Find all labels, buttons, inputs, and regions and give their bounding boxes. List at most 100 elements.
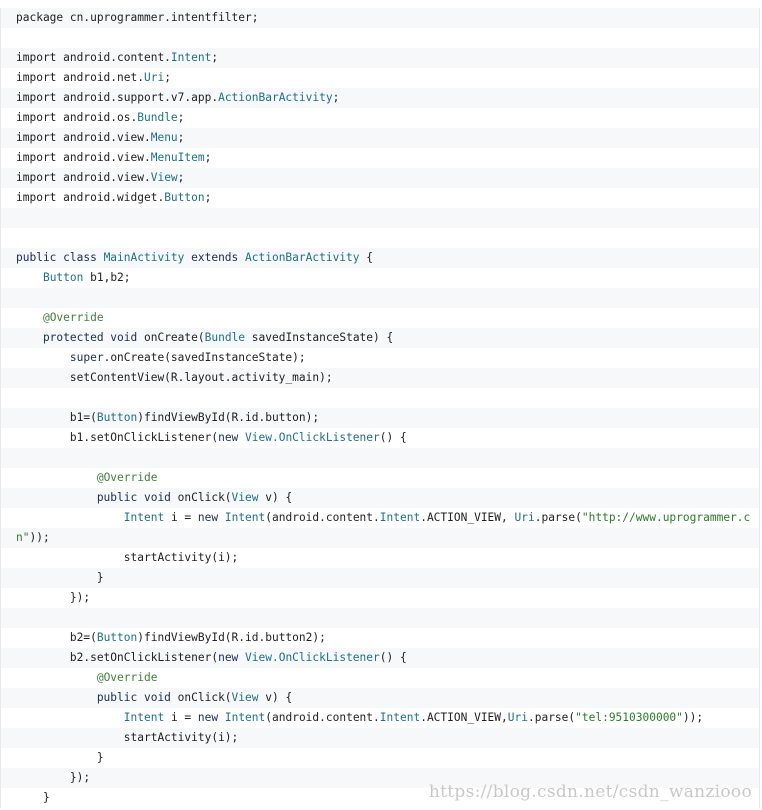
- code-line: [1, 288, 759, 308]
- code-token: MainActivity: [103, 251, 185, 264]
- code-token: import android.view.: [16, 151, 151, 164]
- code-token: onClick(: [177, 691, 232, 704]
- code-token: import android.view.: [16, 131, 151, 144]
- code-line: public void onClick(View v) {: [1, 688, 759, 708]
- code-line: package cn.uprogrammer.intentfilter;: [1, 8, 759, 28]
- code-line: Intent i = new Intent(android.content.In…: [1, 508, 759, 528]
- code-token: MenuItem: [150, 151, 205, 164]
- code-token: View.OnClickListener: [245, 651, 380, 664]
- code-token: Uri: [143, 71, 165, 84]
- code-token: (android.content.: [265, 511, 380, 524]
- code-line: [1, 608, 759, 628]
- code-token: savedInstanceState) {: [245, 331, 394, 344]
- code-token: }: [16, 791, 50, 804]
- code-token: Intent: [123, 711, 165, 724]
- code-token: public void: [16, 691, 178, 704]
- code-line: @Override: [1, 468, 759, 488]
- code-token: Uri: [514, 511, 535, 524]
- code-token: b1=(: [16, 411, 97, 424]
- code-line: }: [1, 568, 759, 588]
- code-token: View.OnClickListener: [245, 431, 380, 444]
- code-token: )findViewById(R.id.button2);: [137, 631, 326, 644]
- code-token: import android.view.: [16, 171, 151, 184]
- code-token: View: [231, 691, 259, 704]
- code-token: .ACTION_VIEW,: [420, 511, 515, 524]
- code-line: import android.view.Menu;: [1, 128, 759, 148]
- code-token: Intent: [379, 711, 421, 724]
- code-token: .parse(: [527, 711, 576, 724]
- code-token: b2=(: [16, 631, 97, 644]
- code-line: startActivity(i);: [1, 548, 759, 568]
- code-token: Button: [96, 631, 138, 644]
- code-token: v) {: [258, 691, 293, 704]
- code-token: i =: [164, 711, 198, 724]
- code-token: setContentView(R.layout.activity_main);: [16, 371, 333, 384]
- code-token: Intent: [170, 51, 212, 64]
- code-line: import android.view.View;: [1, 168, 759, 188]
- code-token: n": [16, 531, 30, 544]
- code-token: (: [197, 331, 205, 344]
- code-token: Button: [164, 191, 205, 204]
- code-line: public class MainActivity extends Action…: [1, 248, 759, 268]
- code-token: import android.support.v7.app.: [16, 91, 219, 104]
- code-token: )findViewById(R.id.button);: [137, 411, 320, 424]
- code-line: b2.setOnClickListener(new View.OnClickLi…: [1, 648, 759, 668]
- code-line: });: [1, 588, 759, 608]
- code-token: "tel:9510300000": [575, 711, 683, 724]
- code-token: ));: [29, 531, 50, 544]
- code-token: new: [197, 711, 225, 724]
- code-token: () {: [379, 431, 407, 444]
- code-token: }: [16, 571, 104, 584]
- watermark: https://blog.csdn.net/csdn_wanziooo: [428, 782, 752, 802]
- code-line: protected void onCreate(Bundle savedInst…: [1, 328, 759, 348]
- code-token: @Override: [96, 671, 158, 684]
- code-token: ActionBarActivity: [245, 251, 360, 264]
- code-token: new: [218, 651, 246, 664]
- code-line: public void onClick(View v) {: [1, 488, 759, 508]
- code-line: super.onCreate(savedInstanceState);: [1, 348, 759, 368]
- code-line: setContentView(R.layout.activity_main);: [1, 368, 759, 388]
- code-line: [1, 208, 759, 228]
- code-token: Uri: [507, 711, 528, 724]
- code-token: "http://www.uprogrammer.c: [581, 511, 751, 524]
- code-token: View: [231, 491, 259, 504]
- code-line: b1=(Button)findViewById(R.id.button);: [1, 408, 759, 428]
- code-line: import android.view.MenuItem;: [1, 148, 759, 168]
- code-token: import android.widget.: [16, 191, 165, 204]
- code-token: @Override: [42, 311, 104, 324]
- code-token: v) {: [258, 491, 293, 504]
- code-line: @Override: [1, 308, 759, 328]
- code-line: Button b1,b2;: [1, 268, 759, 288]
- code-token: ;: [177, 131, 185, 144]
- code-token: });: [16, 771, 91, 784]
- code-line: [1, 448, 759, 468]
- code-token: Intent: [224, 511, 266, 524]
- code-line: [1, 388, 759, 408]
- code-token: Intent: [224, 711, 266, 724]
- code-token: Intent: [123, 511, 165, 524]
- code-token: startActivity(i);: [16, 731, 239, 744]
- code-line: import android.widget.Button;: [1, 188, 759, 208]
- code-line: import android.support.v7.app.ActionBarA…: [1, 88, 759, 108]
- code-line: import android.net.Uri;: [1, 68, 759, 88]
- code-token: new: [197, 511, 225, 524]
- code-line: [1, 28, 759, 48]
- code-line: [1, 228, 759, 248]
- code-token: b1.setOnClickListener(: [16, 431, 219, 444]
- code-token: (android.content.: [265, 711, 380, 724]
- code-token: package cn.uprogrammer.intentfilter;: [16, 11, 259, 24]
- code-line: Intent i = new Intent(android.content.In…: [1, 708, 759, 728]
- code-line: import android.os.Bundle;: [1, 108, 759, 128]
- code-line: startActivity(i);: [1, 728, 759, 748]
- code-token: onCreate: [143, 331, 198, 344]
- code-token: .parse(: [534, 511, 582, 524]
- code-token: ));: [682, 711, 704, 724]
- code-token: ;: [332, 91, 340, 104]
- code-token: .ACTION_VIEW,: [420, 711, 508, 724]
